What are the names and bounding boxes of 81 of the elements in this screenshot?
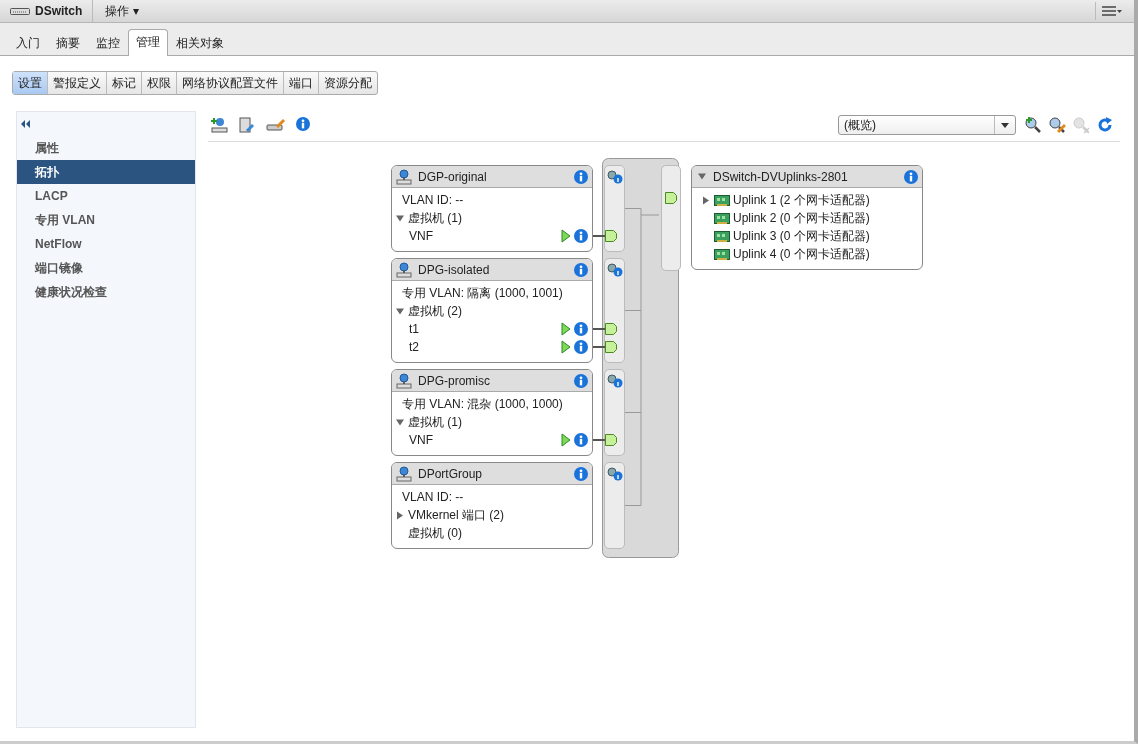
collapse-arrow-icon[interactable]: [396, 417, 405, 427]
port-settings-icon[interactable]: [607, 263, 623, 277]
subtab[interactable]: 端口: [284, 72, 319, 94]
info-icon[interactable]: [574, 373, 588, 388]
vm-port-drawing: [593, 229, 618, 243]
zoom-edit-icon[interactable]: [1048, 116, 1066, 134]
vm-port-drawing: [593, 433, 618, 447]
powered-on-icon: [561, 433, 571, 447]
vm-port-drawing: [593, 322, 618, 336]
tab[interactable]: 摘要: [48, 30, 88, 56]
section-label[interactable]: 虚拟机 (2): [408, 302, 462, 320]
vm-name[interactable]: VNF: [409, 433, 433, 447]
sidebar-item[interactable]: LACP: [17, 184, 195, 208]
collapse-arrow-icon[interactable]: [698, 172, 707, 181]
info-icon[interactable]: [296, 117, 310, 131]
sidebar-item[interactable]: 端口镜像: [17, 256, 195, 280]
collapse-icon[interactable]: [20, 118, 32, 130]
tab[interactable]: 入门: [8, 30, 48, 56]
window-title: DSwitch: [35, 4, 83, 18]
subtab[interactable]: 设置: [13, 72, 48, 94]
expand-arrow-icon[interactable]: [396, 510, 405, 520]
switch-icon: [10, 6, 30, 16]
vlan-info: 专用 VLAN: 混杂 (1000, 1000): [402, 395, 563, 413]
network-card-icon: [714, 229, 730, 243]
collapse-arrow-icon[interactable]: [396, 213, 405, 223]
section-label[interactable]: 虚拟机 (1): [408, 413, 462, 431]
info-icon[interactable]: [574, 433, 588, 447]
actions-menu[interactable]: 操作 ▾: [93, 2, 151, 20]
network-card-icon: [714, 247, 730, 261]
vm-name[interactable]: VNF: [409, 229, 433, 243]
info-icon[interactable]: [574, 322, 588, 336]
section-label[interactable]: 虚拟机 (0): [408, 524, 462, 542]
info-icon[interactable]: [574, 169, 588, 184]
uplink-label[interactable]: Uplink 3 (0 个网卡适配器): [733, 227, 870, 245]
vm-name[interactable]: t2: [409, 340, 419, 354]
port-settings-icon[interactable]: [607, 170, 623, 184]
uplink-label[interactable]: Uplink 4 (0 个网卡适配器): [733, 245, 870, 263]
subtab[interactable]: 权限: [142, 72, 177, 94]
port-settings-icon[interactable]: [607, 467, 623, 481]
refresh-icon[interactable]: [1096, 116, 1114, 134]
sidebar-item[interactable]: 健康状况检查: [17, 280, 195, 304]
zoom-in-icon[interactable]: [1024, 116, 1042, 134]
vlan-info: 专用 VLAN: 隔离 (1000, 1001): [402, 284, 563, 302]
collapse-arrow-icon[interactable]: [396, 306, 405, 316]
powered-on-icon: [561, 229, 571, 243]
edit-switch-icon[interactable]: [266, 117, 286, 133]
view-dropdown[interactable]: (概览): [838, 115, 1016, 135]
sidebar-item[interactable]: 属性: [17, 136, 195, 160]
network-card-icon: [714, 193, 730, 207]
vm-port-drawing: [593, 340, 618, 354]
powered-on-icon: [561, 340, 571, 354]
subtab[interactable]: 资源分配: [319, 72, 377, 94]
subtab[interactable]: 警报定义: [48, 72, 107, 94]
info-icon[interactable]: [904, 169, 918, 184]
vlan-info: VLAN ID: --: [402, 490, 464, 504]
sidebar-item[interactable]: NetFlow: [17, 232, 195, 256]
subtab[interactable]: 网络协议配置文件: [177, 72, 284, 94]
subtab[interactable]: 标记: [107, 72, 142, 94]
info-icon[interactable]: [574, 262, 588, 277]
add-host-icon[interactable]: [210, 117, 228, 133]
network-card-icon: [714, 211, 730, 225]
tab[interactable]: 监控: [88, 30, 128, 56]
tab[interactable]: 相关对象: [168, 30, 232, 56]
info-icon[interactable]: [574, 340, 588, 354]
uplink-label[interactable]: Uplink 1 (2 个网卡适配器): [733, 191, 870, 209]
info-icon[interactable]: [574, 466, 588, 481]
info-icon[interactable]: [574, 229, 588, 243]
powered-on-icon: [561, 322, 571, 336]
sidebar-item[interactable]: 专用 VLAN: [17, 208, 195, 232]
section-label[interactable]: VMkernel 端口 (2): [408, 506, 505, 524]
vm-name[interactable]: t1: [409, 322, 419, 336]
uplink-port-icon: [665, 192, 677, 204]
vlan-info: VLAN ID: --: [402, 193, 464, 207]
tab[interactable]: 管理: [128, 29, 168, 56]
section-label[interactable]: 虚拟机 (1): [408, 209, 462, 227]
settings-icon[interactable]: [238, 117, 256, 133]
expand-arrow-icon[interactable]: [702, 195, 711, 205]
sidebar-item[interactable]: 拓扑: [17, 160, 195, 184]
port-settings-icon[interactable]: [607, 374, 623, 388]
uplink-label[interactable]: Uplink 2 (0 个网卡适配器): [733, 209, 870, 227]
dropdown-caret-icon: [1001, 122, 1009, 128]
